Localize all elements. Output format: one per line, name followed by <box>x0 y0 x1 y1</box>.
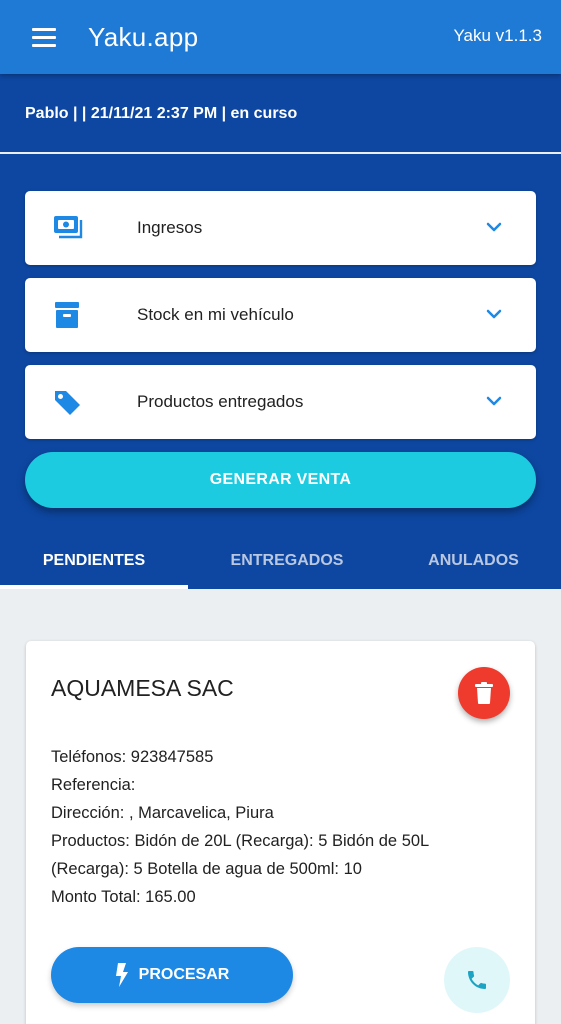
money-icon <box>54 216 83 239</box>
accordion-label: Productos entregados <box>137 392 304 411</box>
tab-bar: PENDIENTES ENTREGADOS ANULADOS <box>0 533 561 589</box>
session-info: Pablo | | 21/11/21 2:37 PM | en curso <box>25 105 298 122</box>
flash-icon <box>115 963 128 987</box>
archive-box-icon <box>55 302 79 328</box>
accordion-ingresos[interactable]: Ingresos <box>25 191 536 265</box>
actions-panel: Ingresos Stock en mi vehículo Productos … <box>0 154 561 534</box>
menu-icon[interactable] <box>32 25 62 49</box>
order-address: Dirección: , Marcavelica, Piura <box>51 804 274 822</box>
order-phones: Teléfonos: 923847585 <box>51 748 214 766</box>
accordion-label: Stock en mi vehículo <box>137 305 294 324</box>
process-button[interactable]: PROCESAR <box>51 947 293 1003</box>
active-tab-indicator <box>0 585 188 589</box>
generate-sale-button[interactable]: GENERAR VENTA <box>25 452 536 508</box>
trash-icon <box>475 682 493 704</box>
app-title: Yaku.app <box>88 21 199 52</box>
tab-entregados[interactable]: ENTREGADOS <box>188 533 386 589</box>
chevron-down-icon <box>486 222 502 232</box>
tab-pendientes[interactable]: PENDIENTES <box>0 533 188 589</box>
tag-icon <box>55 391 80 415</box>
order-details: Teléfonos: 923847585 Referencia: Direcci… <box>51 743 491 911</box>
order-card: AQUAMESA SAC Teléfonos: 923847585 Refere… <box>26 641 535 1024</box>
delete-button[interactable] <box>458 667 510 719</box>
chevron-down-icon <box>486 396 502 406</box>
process-label: PROCESAR <box>138 966 230 983</box>
accordion-label: Ingresos <box>137 218 203 237</box>
client-name: AQUAMESA SAC <box>51 675 234 701</box>
app-bar: Yaku.app Yaku v1.1.3 <box>0 0 561 74</box>
call-button[interactable] <box>444 947 510 1013</box>
accordion-stock[interactable]: Stock en mi vehículo <box>25 278 536 352</box>
order-total: Monto Total: 165.00 <box>51 888 196 906</box>
phone-icon <box>468 971 486 989</box>
session-panel: Pablo | | 21/11/21 2:37 PM | en curso <box>0 74 561 152</box>
app-version: Yaku v1.1.3 <box>453 26 542 45</box>
accordion-productos[interactable]: Productos entregados <box>25 365 536 439</box>
chevron-down-icon <box>486 309 502 319</box>
order-products: Productos: Bidón de 20L (Recarga): 5 Bid… <box>51 832 429 878</box>
order-reference: Referencia: <box>51 776 136 794</box>
tab-anulados[interactable]: ANULADOS <box>386 533 561 589</box>
